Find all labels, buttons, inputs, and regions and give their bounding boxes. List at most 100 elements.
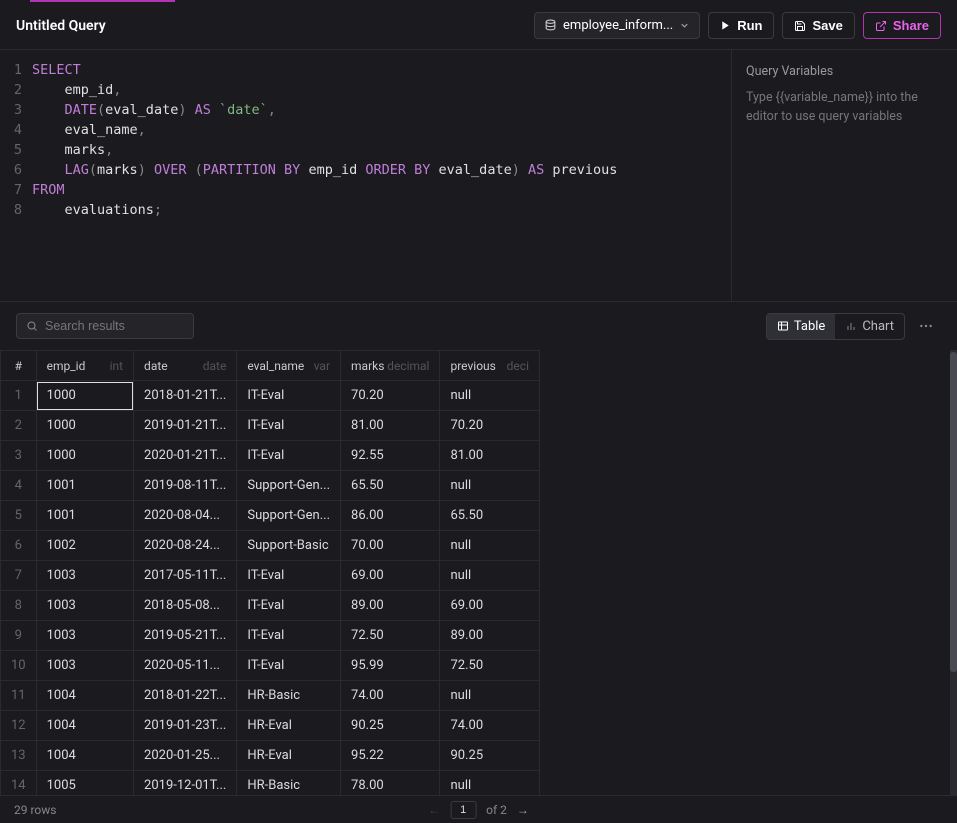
table-cell[interactable]: 1001: [36, 471, 133, 501]
table-row[interactable]: 1410052019-12-01T...HR-Basic78.00null: [1, 771, 540, 796]
table-cell[interactable]: Support-Basic: [237, 531, 341, 561]
table-cell[interactable]: IT-Eval: [237, 381, 341, 411]
table-row[interactable]: 610022020-08-24...Support-Basic70.00null: [1, 531, 540, 561]
table-view-button[interactable]: Table: [767, 314, 835, 339]
table-cell[interactable]: 4: [1, 471, 37, 501]
table-cell[interactable]: IT-Eval: [237, 561, 341, 591]
table-cell[interactable]: 2019-05-21T...: [134, 621, 237, 651]
table-cell[interactable]: HR-Basic: [237, 771, 341, 796]
table-cell[interactable]: 70.20: [440, 411, 540, 441]
vertical-scrollbar[interactable]: [950, 350, 957, 795]
run-button[interactable]: Run: [708, 12, 774, 39]
column-header[interactable]: datedate: [134, 351, 237, 381]
more-options-button[interactable]: [911, 313, 941, 339]
share-button[interactable]: Share: [863, 12, 941, 39]
table-row[interactable]: 110002018-01-21T...IT-Eval70.20null: [1, 381, 540, 411]
table-cell[interactable]: 89.00: [341, 591, 440, 621]
table-cell[interactable]: 9: [1, 621, 37, 651]
table-cell[interactable]: 2020-01-25...: [134, 741, 237, 771]
table-cell[interactable]: 12: [1, 711, 37, 741]
table-cell[interactable]: 1005: [36, 771, 133, 796]
table-cell[interactable]: 1004: [36, 681, 133, 711]
column-header[interactable]: emp_idint: [36, 351, 133, 381]
table-cell[interactable]: 1002: [36, 531, 133, 561]
table-cell[interactable]: 72.50: [440, 651, 540, 681]
table-cell[interactable]: 74.00: [440, 711, 540, 741]
table-cell[interactable]: 1001: [36, 501, 133, 531]
column-header[interactable]: previousdeci: [440, 351, 540, 381]
table-row[interactable]: 510012020-08-04...Support-Gen...86.0065.…: [1, 501, 540, 531]
table-cell[interactable]: IT-Eval: [237, 651, 341, 681]
next-page-button[interactable]: →: [517, 803, 529, 817]
table-cell[interactable]: 89.00: [440, 621, 540, 651]
database-selector[interactable]: employee_inform...: [534, 12, 700, 39]
table-row[interactable]: 1110042018-01-22T...HR-Basic74.00null: [1, 681, 540, 711]
table-cell[interactable]: 1000: [36, 411, 133, 441]
table-cell[interactable]: 2020-08-24...: [134, 531, 237, 561]
column-header[interactable]: #: [1, 351, 37, 381]
table-cell[interactable]: 2017-05-11T...: [134, 561, 237, 591]
table-cell[interactable]: 2018-01-21T...: [134, 381, 237, 411]
table-cell[interactable]: 65.50: [341, 471, 440, 501]
table-cell[interactable]: 11: [1, 681, 37, 711]
table-row[interactable]: 1310042020-01-25...HR-Eval95.2290.25: [1, 741, 540, 771]
table-cell[interactable]: 2018-01-22T...: [134, 681, 237, 711]
table-cell[interactable]: 95.99: [341, 651, 440, 681]
table-cell[interactable]: IT-Eval: [237, 441, 341, 471]
table-cell[interactable]: 1000: [36, 381, 133, 411]
table-cell[interactable]: null: [440, 381, 540, 411]
table-cell[interactable]: 13: [1, 741, 37, 771]
chart-view-button[interactable]: Chart: [835, 314, 904, 339]
table-cell[interactable]: 1003: [36, 651, 133, 681]
table-cell[interactable]: null: [440, 471, 540, 501]
table-cell[interactable]: 2019-08-11T...: [134, 471, 237, 501]
table-row[interactable]: 710032017-05-11T...IT-Eval69.00null: [1, 561, 540, 591]
table-cell[interactable]: 2: [1, 411, 37, 441]
table-cell[interactable]: 92.55: [341, 441, 440, 471]
table-cell[interactable]: 8: [1, 591, 37, 621]
table-cell[interactable]: 70.20: [341, 381, 440, 411]
table-cell[interactable]: 2019-01-23T...: [134, 711, 237, 741]
table-row[interactable]: 210002019-01-21T...IT-Eval81.0070.20: [1, 411, 540, 441]
table-cell[interactable]: HR-Eval: [237, 741, 341, 771]
table-cell[interactable]: 69.00: [440, 591, 540, 621]
table-cell[interactable]: 70.00: [341, 531, 440, 561]
table-cell[interactable]: 81.00: [440, 441, 540, 471]
code-area[interactable]: SELECT emp_id, DATE(eval_date) AS `date`…: [32, 60, 731, 301]
table-cell[interactable]: null: [440, 681, 540, 711]
table-cell[interactable]: 1: [1, 381, 37, 411]
scrollbar-thumb[interactable]: [950, 352, 957, 672]
table-cell[interactable]: null: [440, 771, 540, 796]
table-cell[interactable]: 2019-01-21T...: [134, 411, 237, 441]
table-cell[interactable]: 1004: [36, 741, 133, 771]
table-cell[interactable]: 81.00: [341, 411, 440, 441]
table-cell[interactable]: HR-Basic: [237, 681, 341, 711]
table-cell[interactable]: 2018-05-08...: [134, 591, 237, 621]
table-row[interactable]: 1210042019-01-23T...HR-Eval90.2574.00: [1, 711, 540, 741]
table-row[interactable]: 410012019-08-11T...Support-Gen...65.50nu…: [1, 471, 540, 501]
table-cell[interactable]: 2020-05-11...: [134, 651, 237, 681]
table-cell[interactable]: 78.00: [341, 771, 440, 796]
table-cell[interactable]: 86.00: [341, 501, 440, 531]
table-row[interactable]: 910032019-05-21T...IT-Eval72.5089.00: [1, 621, 540, 651]
table-cell[interactable]: Support-Gen...: [237, 471, 341, 501]
table-cell[interactable]: 5: [1, 501, 37, 531]
table-cell[interactable]: 2019-12-01T...: [134, 771, 237, 796]
table-row[interactable]: 310002020-01-21T...IT-Eval92.5581.00: [1, 441, 540, 471]
table-row[interactable]: 810032018-05-08...IT-Eval89.0069.00: [1, 591, 540, 621]
table-cell[interactable]: 1003: [36, 561, 133, 591]
table-cell[interactable]: 2020-01-21T...: [134, 441, 237, 471]
table-cell[interactable]: Support-Gen...: [237, 501, 341, 531]
table-cell[interactable]: 3: [1, 441, 37, 471]
table-cell[interactable]: 95.22: [341, 741, 440, 771]
table-cell[interactable]: 1003: [36, 621, 133, 651]
table-cell[interactable]: 14: [1, 771, 37, 796]
table-cell[interactable]: 6: [1, 531, 37, 561]
query-title[interactable]: Untitled Query: [16, 18, 106, 34]
prev-page-button[interactable]: ←: [428, 803, 440, 817]
table-cell[interactable]: 1000: [36, 441, 133, 471]
save-button[interactable]: Save: [782, 12, 854, 39]
page-input[interactable]: [450, 801, 476, 819]
table-cell[interactable]: 7: [1, 561, 37, 591]
table-cell[interactable]: null: [440, 561, 540, 591]
